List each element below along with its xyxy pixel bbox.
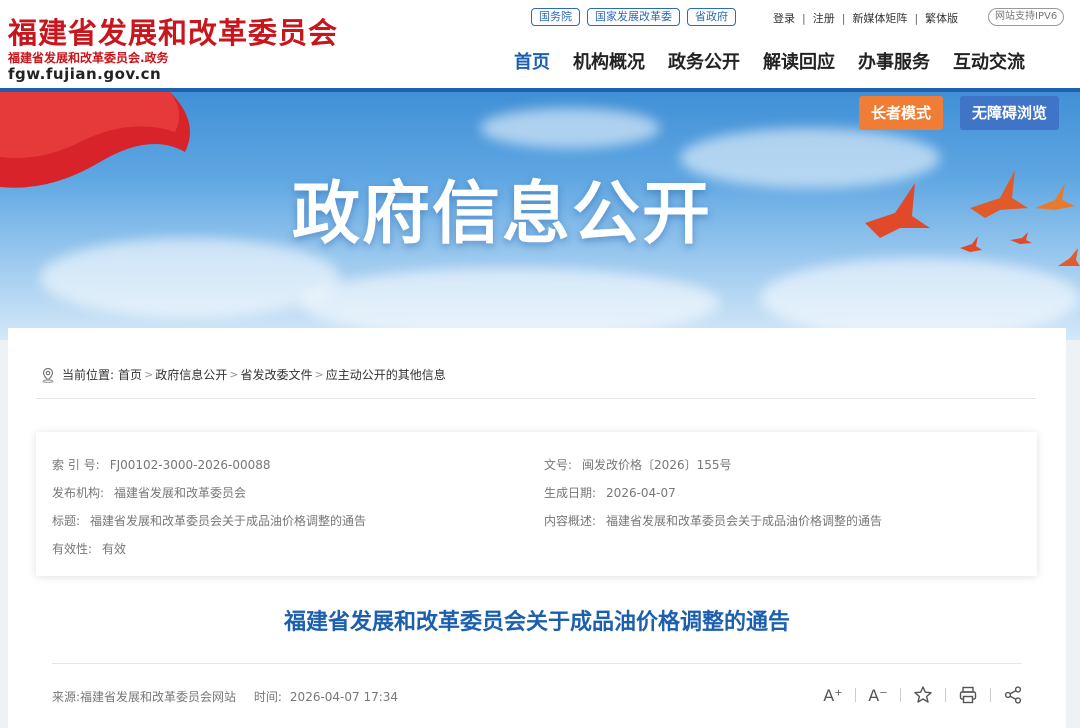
breadcrumb-current[interactable]: 应主动公开的其他信息	[326, 366, 446, 383]
breadcrumb: 当前位置: 首页 > 政府信息公开 > 省发改委文件 > 应主动公开的其他信息	[40, 366, 446, 383]
breadcrumb-home[interactable]: 首页	[118, 366, 142, 383]
share-button[interactable]	[998, 684, 1028, 706]
site-logo-subtitle: 福建省发展和改革委员会.政务	[8, 51, 169, 65]
banner-cloud	[480, 108, 660, 148]
user-links: 登录 | 注册 | 新媒体矩阵 | 繁体版	[773, 10, 958, 26]
red-flag-decoration	[0, 92, 190, 188]
printer-icon	[959, 686, 977, 704]
meta-index-row: 索 引 号: FJ00102-3000-2026-00088	[52, 456, 271, 473]
meta-index-label: 索 引 号:	[52, 458, 100, 472]
separator: |	[802, 11, 806, 25]
document-info: 来源:福建省发展和改革委员会网站 时间: 2026-04-07 17:34	[52, 688, 412, 705]
toolbar-separator	[945, 688, 946, 702]
meta-docno-label: 文号:	[544, 458, 573, 472]
meta-date-label: 生成日期:	[544, 486, 597, 500]
meta-summary-row: 内容概述: 福建省发展和改革委员会关于成品油价格调整的通告	[544, 512, 882, 529]
link-province-gov[interactable]: 省政府	[687, 8, 736, 26]
ipv6-badge: 网站支持IPV6	[988, 8, 1065, 26]
top-pill-links: 国务院 国家发展改革委 省政府	[531, 8, 743, 26]
meta-docno-row: 文号: 闽发改价格〔2026〕155号	[544, 456, 732, 473]
meta-title-label: 标题:	[52, 514, 81, 528]
site-header: 福建省发展和改革委员会 福建省发展和改革委员会.政务 fgw.fujian.go…	[0, 0, 1080, 88]
flying-birds-decoration	[865, 170, 1080, 266]
meta-validity-value: 有效	[102, 542, 127, 556]
location-pin-icon	[42, 367, 54, 383]
meta-publisher-label: 发布机构:	[52, 486, 105, 500]
document-title: 福建省发展和改革委员会关于成品油价格调整的通告	[283, 610, 790, 635]
site-domain: fgw.fujian.gov.cn	[8, 65, 162, 83]
nav-gov-affairs[interactable]: 政务公开	[668, 48, 740, 74]
link-ndrc[interactable]: 国家发展改革委	[587, 8, 680, 26]
meta-summary-value: 福建省发展和改革委员会关于成品油价格调整的通告	[606, 514, 883, 528]
favorite-button[interactable]	[908, 684, 938, 706]
meta-title-value: 福建省发展和改革委员会关于成品油价格调整的通告	[90, 514, 367, 528]
login-link[interactable]: 登录	[773, 10, 795, 26]
toolbar-separator	[990, 688, 991, 702]
content-panel: 当前位置: 首页 > 政府信息公开 > 省发改委文件 > 应主动公开的其他信息 …	[8, 328, 1066, 728]
breadcrumb-separator: >	[314, 368, 324, 381]
separator: |	[841, 11, 846, 25]
nav-services[interactable]: 办事服务	[858, 48, 930, 74]
media-matrix-link[interactable]: 新媒体矩阵	[852, 10, 907, 26]
meta-publisher-row: 发布机构: 福建省发展和改革委员会	[52, 484, 246, 501]
print-button[interactable]	[953, 684, 983, 706]
document-time-label: 时间:	[253, 690, 282, 704]
meta-title-row: 标题: 福建省发展和改革委员会关于成品油价格调整的通告	[52, 512, 366, 529]
hero-banner: 政府信息公开 长者模式 无障碍浏览	[0, 88, 1080, 340]
breadcrumb-prefix: 当前位置:	[62, 368, 115, 382]
breadcrumb-divider	[36, 398, 1036, 399]
meta-date-value: 2026-04-07	[606, 486, 676, 500]
meta-validity-label: 有效性:	[52, 542, 93, 556]
accessibility-button[interactable]: 无障碍浏览	[960, 96, 1060, 130]
breadcrumb-separator: >	[229, 368, 239, 381]
breadcrumb-gov-info[interactable]: 政府信息公开	[155, 366, 227, 383]
toolbar-separator	[855, 688, 856, 702]
nav-home[interactable]: 首页	[514, 48, 550, 74]
elder-mode-button[interactable]: 长者模式	[859, 96, 944, 130]
site-logo-title[interactable]: 福建省发展和改革委员会	[8, 10, 338, 52]
traditional-chinese-link[interactable]: 繁体版	[925, 10, 958, 26]
toolbar-separator	[900, 688, 901, 702]
meta-summary-label: 内容概述:	[544, 514, 597, 528]
meta-index-value: FJ00102-3000-2026-00088	[109, 458, 271, 472]
document-toolbar: A⁺ A⁻	[818, 684, 1028, 706]
banner-title: 政府信息公开	[292, 175, 713, 254]
document-time-value: 2026-04-07 17:34	[289, 690, 399, 704]
meta-validity-row: 有效性: 有效	[52, 540, 126, 557]
star-icon	[914, 686, 932, 703]
register-link[interactable]: 注册	[813, 10, 835, 26]
meta-publisher-value: 福建省发展和改革委员会	[114, 486, 247, 500]
font-decrease-button[interactable]: A⁻	[863, 684, 893, 706]
nav-interaction[interactable]: 互动交流	[953, 48, 1025, 74]
document-metadata-box: 索 引 号: FJ00102-3000-2026-00088 文号: 闽发改价格〔2…	[36, 432, 1037, 576]
nav-organization[interactable]: 机构概况	[573, 48, 645, 74]
document-divider	[52, 663, 1022, 664]
main-nav: 首页 机构概况 政务公开 解读回应 办事服务 互动交流	[514, 48, 1025, 74]
link-state-council[interactable]: 国务院	[531, 8, 580, 26]
share-icon	[1004, 686, 1022, 704]
document-source: 来源:福建省发展和改革委员会网站	[52, 690, 237, 704]
nav-interpretation[interactable]: 解读回应	[763, 48, 835, 74]
breadcrumb-separator: >	[144, 368, 154, 381]
meta-date-row: 生成日期: 2026-04-07	[544, 484, 676, 501]
breadcrumb-docs[interactable]: 省发改委文件	[241, 366, 313, 383]
font-increase-button[interactable]: A⁺	[818, 684, 848, 706]
separator: |	[914, 11, 919, 25]
meta-docno-value: 闽发改价格〔2026〕155号	[582, 458, 732, 472]
